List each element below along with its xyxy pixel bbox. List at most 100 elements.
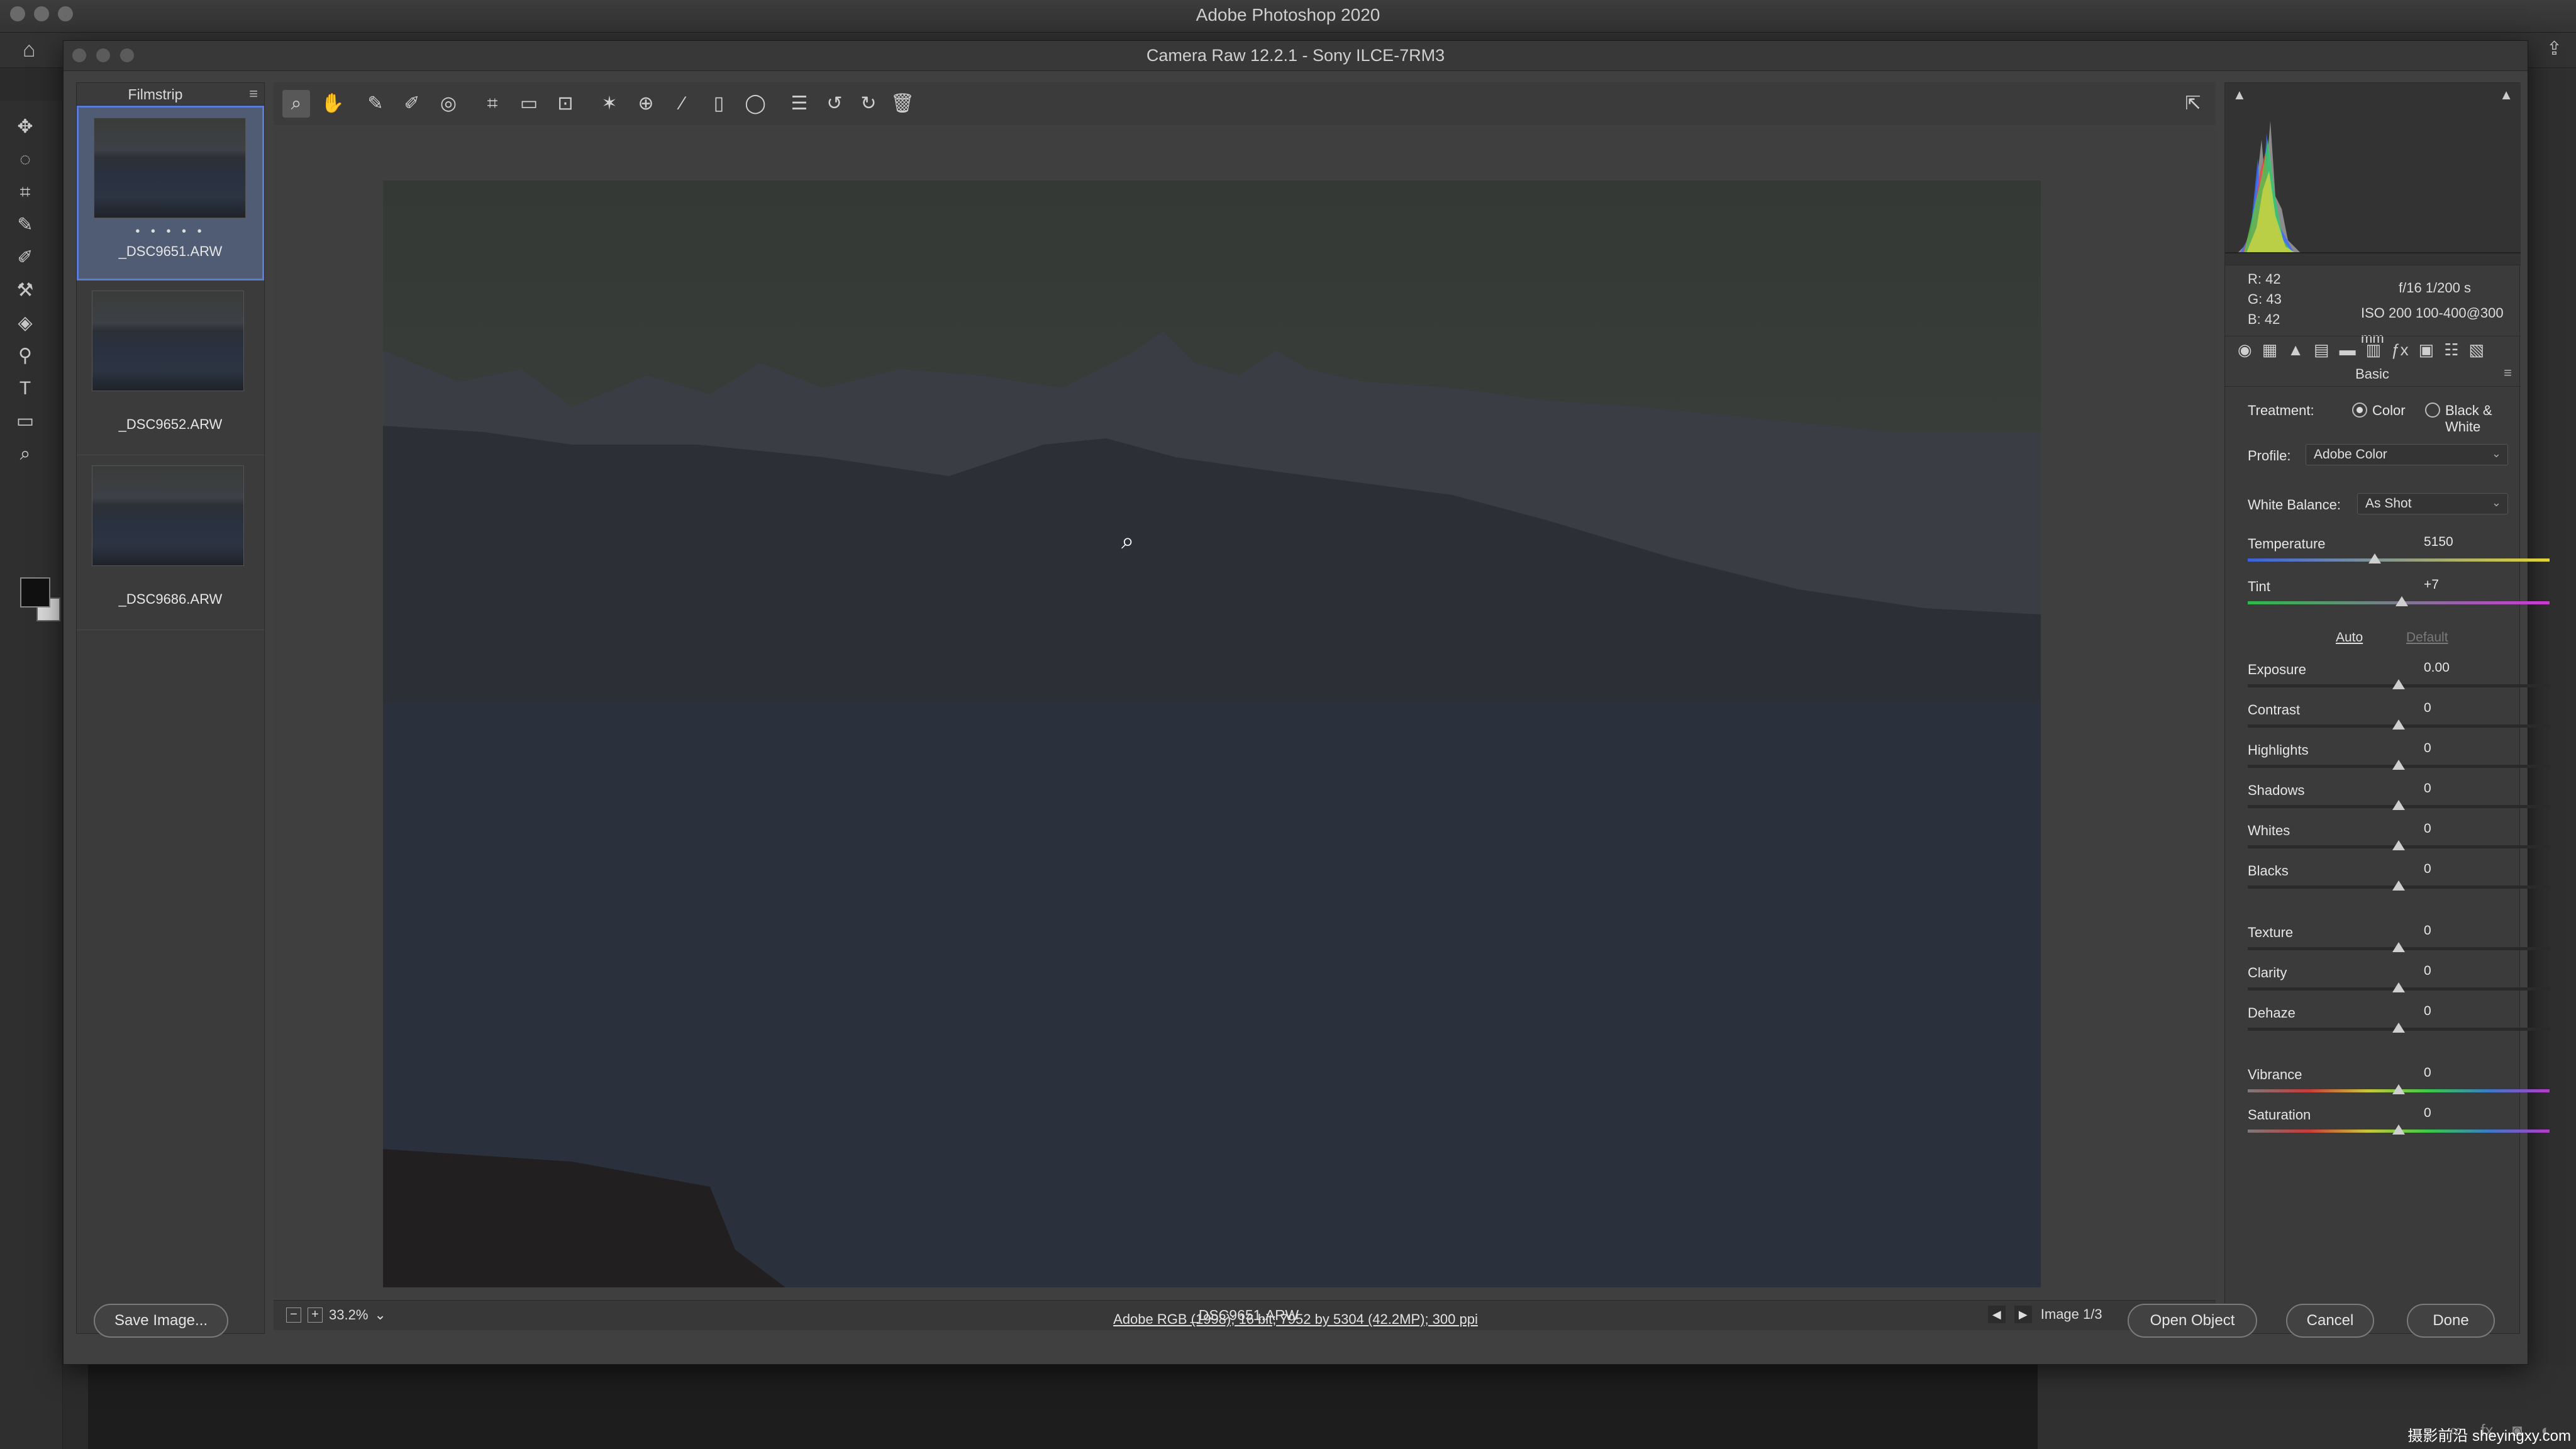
slider-value-field[interactable]: +7 — [2419, 576, 2475, 595]
slider-value-field[interactable]: 0 — [2419, 962, 2475, 981]
slider-value-field[interactable]: 0 — [2419, 740, 2475, 758]
white-balance-select[interactable]: As Shot ⌄ — [2357, 493, 2508, 514]
cancel-button[interactable]: Cancel — [2286, 1304, 2374, 1338]
slider-handle[interactable] — [2392, 1023, 2405, 1033]
adjustment-brush-icon[interactable]: ⁄ — [669, 90, 696, 118]
slider-handle[interactable] — [2392, 679, 2405, 689]
star-rating[interactable]: • • • • • — [79, 225, 262, 239]
filmstrip-menu-icon[interactable]: ≡ — [249, 86, 258, 103]
auto-button[interactable]: Auto — [2336, 630, 2363, 645]
slider-handle[interactable] — [2392, 840, 2405, 850]
calibration-tab-icon[interactable]: ▣ — [2419, 340, 2434, 360]
crop-tool-icon[interactable]: ⌗ — [11, 179, 39, 206]
zoom-icon[interactable]: ⌕ — [282, 90, 310, 118]
slider-handle[interactable] — [2392, 942, 2405, 952]
image-preview-area[interactable]: ⌕ — [274, 128, 2216, 1299]
filmstrip-item[interactable]: • • • • • _DSC9651.ARW — [77, 106, 264, 280]
treatment-label: Treatment: — [2248, 402, 2314, 418]
paint-bucket-tool-icon[interactable]: ◈ — [11, 309, 39, 337]
slider-value-field[interactable]: 0 — [2419, 699, 2475, 718]
open-object-button[interactable]: Open Object — [2128, 1304, 2257, 1338]
slider-label: Highlights — [2248, 742, 2309, 758]
treatment-bw-label[interactable]: Black & White — [2445, 402, 2519, 435]
rotate-left-icon[interactable]: ↺ — [821, 90, 848, 118]
home-icon[interactable]: ⌂ — [23, 38, 36, 62]
slider-value-field[interactable]: 0 — [2419, 922, 2475, 941]
graduated-filter-icon[interactable]: ▯ — [705, 90, 733, 118]
red-eye-icon[interactable]: ⊕ — [632, 90, 660, 118]
highlight-clipping-icon[interactable]: ▲ — [2499, 87, 2513, 103]
treatment-color-radio[interactable] — [2352, 402, 2367, 418]
tone-curve-tab-icon[interactable]: ▦ — [2262, 340, 2278, 360]
clone-stamp-tool-icon[interactable]: ⚒ — [11, 277, 39, 304]
dodge-tool-icon[interactable]: ⚲ — [11, 342, 39, 370]
slider-value-field[interactable]: 0 — [2419, 1104, 2475, 1123]
fullscreen-toggle-icon[interactable]: ⇱ — [2179, 90, 2207, 118]
preview-image[interactable]: ⌕ — [383, 180, 2041, 1287]
spot-removal-icon[interactable]: ✶ — [596, 90, 623, 118]
white-balance-icon[interactable]: ✎ — [362, 90, 389, 118]
eyedropper-tool-icon[interactable]: ✎ — [11, 211, 39, 239]
move-tool-icon[interactable]: ✥ — [11, 113, 39, 141]
slider-value-field[interactable]: 5150 — [2419, 533, 2475, 552]
effects-tab-icon[interactable]: ƒx — [2391, 340, 2408, 360]
photoshop-right-panel — [2526, 68, 2576, 1449]
foreground-color-swatch[interactable] — [20, 577, 50, 608]
color-sampler-icon[interactable]: ✐ — [398, 90, 426, 118]
zoom-tool-icon[interactable]: ⌕ — [11, 440, 39, 468]
dialog-title: Camera Raw 12.2.1 - Sony ILCE-7RM3 — [1146, 46, 1445, 65]
snapshots-tab-icon[interactable]: ▧ — [2469, 340, 2485, 360]
slider-value-field[interactable]: 0 — [2419, 1002, 2475, 1021]
presets-list-icon[interactable]: ☰ — [786, 90, 813, 118]
slider-handle[interactable] — [2392, 880, 2405, 891]
slider-handle[interactable] — [2392, 1124, 2405, 1135]
section-menu-icon[interactable]: ≡ — [2504, 365, 2512, 381]
thumbnail-image[interactable] — [94, 118, 246, 218]
default-button[interactable]: Default — [2406, 630, 2448, 645]
brush-tool-icon[interactable]: ✐ — [11, 244, 39, 272]
slider-handle[interactable] — [2392, 1084, 2405, 1094]
shadow-clipping-icon[interactable]: ▲ — [2233, 87, 2246, 103]
slider-value-field[interactable]: 0 — [2419, 820, 2475, 839]
straighten-icon[interactable]: ▭ — [515, 90, 543, 118]
shape-tool-icon[interactable]: ▭ — [11, 408, 39, 435]
filmstrip-item[interactable]: _DSC9652.ARW — [77, 280, 264, 455]
lasso-tool-icon[interactable]: ◌ — [11, 146, 39, 174]
slider-track[interactable] — [2248, 558, 2550, 562]
basic-tab-icon[interactable]: ◉ — [2238, 340, 2252, 360]
slider-value-field[interactable]: 0 — [2419, 860, 2475, 879]
treatment-color-label[interactable]: Color — [2372, 402, 2406, 419]
split-toning-tab-icon[interactable]: ▬ — [2340, 340, 2356, 360]
crop-icon[interactable]: ⌗ — [479, 90, 506, 118]
filmstrip-item[interactable]: _DSC9686.ARW — [77, 455, 264, 630]
thumbnail-image[interactable] — [92, 291, 244, 391]
hand-icon[interactable]: ✋ — [319, 90, 347, 118]
treatment-bw-radio[interactable] — [2425, 402, 2440, 418]
slider-handle[interactable] — [2368, 553, 2381, 564]
done-button[interactable]: Done — [2407, 1304, 2495, 1338]
slider-handle[interactable] — [2392, 800, 2405, 810]
slider-value-field[interactable]: 0 — [2419, 1064, 2475, 1083]
slider-value-field[interactable]: 0.00 — [2419, 659, 2475, 678]
thumbnail-image[interactable] — [92, 465, 244, 566]
share-icon[interactable]: ⇪ — [2546, 38, 2562, 60]
slider-value-field[interactable]: 0 — [2419, 780, 2475, 799]
hsl-tab-icon[interactable]: ▤ — [2314, 340, 2329, 360]
lens-corrections-tab-icon[interactable]: ▥ — [2366, 340, 2382, 360]
radial-filter-icon[interactable]: ◯ — [741, 90, 769, 118]
photoshop-canvas-area — [88, 1365, 2038, 1449]
presets-tab-icon[interactable]: ☷ — [2444, 340, 2458, 360]
profile-select[interactable]: Adobe Color ⌄ — [2306, 444, 2508, 465]
slider-label: Texture — [2248, 924, 2294, 940]
detail-tab-icon[interactable]: ▲ — [2287, 340, 2304, 360]
trash-icon[interactable]: 🗑 — [889, 90, 916, 118]
slider-handle[interactable] — [2392, 760, 2405, 770]
slider-handle[interactable] — [2392, 982, 2405, 992]
slider-handle[interactable] — [2395, 596, 2408, 606]
slider-handle[interactable] — [2392, 719, 2405, 730]
type-tool-icon[interactable]: T — [11, 375, 39, 402]
dialog-titlebar: Camera Raw 12.2.1 - Sony ILCE-7RM3 — [64, 41, 2528, 71]
targeted-adjust-icon[interactable]: ◎ — [435, 90, 462, 118]
rotate-right-icon[interactable]: ↻ — [855, 90, 882, 118]
transform-icon[interactable]: ⊡ — [552, 90, 579, 118]
